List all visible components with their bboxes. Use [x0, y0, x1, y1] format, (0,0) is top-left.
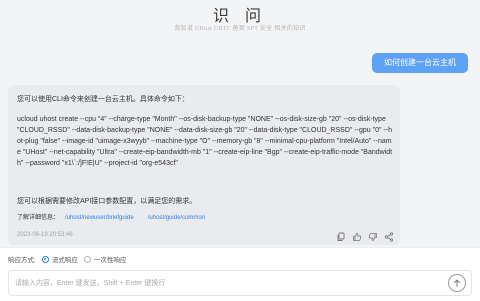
- input-footer: 响应方式: 流式响应 一次性响应: [0, 247, 480, 301]
- oneshot-radio-label[interactable]: 一次性响应: [94, 254, 127, 264]
- stream-radio[interactable]: [41, 255, 49, 263]
- answer-actions: [336, 229, 394, 242]
- thumbs-down-icon[interactable]: [368, 229, 378, 241]
- answer-command: ucloud uhost create --cpu "4" --charge-t…: [17, 116, 393, 167]
- response-mode-row: 响应方式: 流式响应 一次性响应: [8, 254, 126, 264]
- answer-note: 您可以根据需要修改API接口参数配置，以满足您的需求。: [17, 198, 197, 205]
- link-guide-common[interactable]: /uhost/guide/common: [148, 215, 205, 221]
- stream-radio-label[interactable]: 流式响应: [52, 254, 78, 264]
- copy-icon[interactable]: [336, 229, 346, 241]
- response-mode-label: 响应方式:: [8, 257, 36, 264]
- answer-intro: 您可以使用CLI命令来创建一台云主机。具体命令如下：: [17, 96, 189, 103]
- share-icon[interactable]: [384, 229, 394, 242]
- send-icon: [454, 279, 460, 287]
- page-header: 识 问 我知道 UHost URTC 备案 SPT 安全 相关的知识: [0, 0, 480, 40]
- message-input-box: [8, 270, 472, 296]
- answer-timestamp: 2023-06-19 20:53:46: [17, 232, 73, 238]
- page-subtitle: 我知道 UHost URTC 备案 SPT 安全 相关的知识: [174, 26, 306, 32]
- answer-bubble: 您可以使用CLI命令来创建一台云主机。具体命令如下： ucloud uhost …: [8, 85, 400, 245]
- user-question-bubble: 如何创建一台云主机: [372, 53, 468, 73]
- thumbs-up-icon[interactable]: [352, 229, 362, 241]
- oneshot-radio[interactable]: [83, 255, 91, 263]
- more-info-label: 了解详细信息：: [17, 215, 60, 221]
- message-input[interactable]: [15, 275, 435, 291]
- more-info-row: 了解详细信息： /uhost/newuser/briefguide/uhost/g…: [17, 212, 205, 221]
- send-button[interactable]: [448, 274, 466, 292]
- link-briefguide[interactable]: /uhost/newuser/briefguide: [65, 215, 134, 221]
